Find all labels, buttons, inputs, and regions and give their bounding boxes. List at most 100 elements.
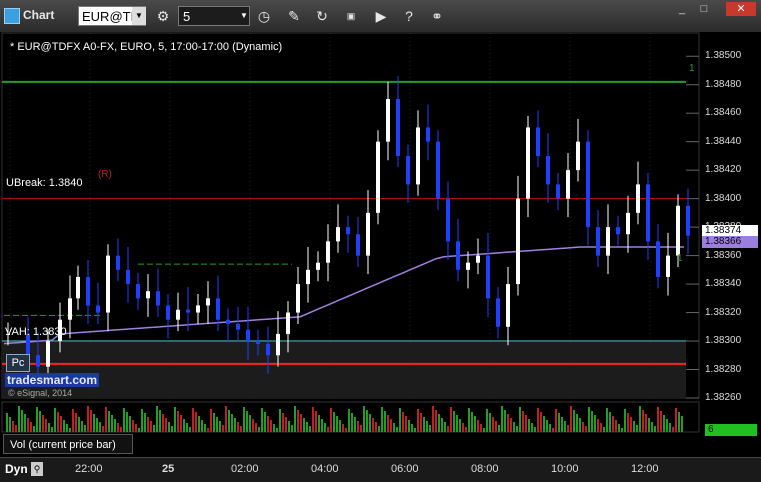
candle-body — [626, 212, 630, 235]
volume-bar — [450, 407, 452, 432]
time-label: 25 — [162, 463, 175, 475]
volume-bar — [354, 417, 356, 432]
price-tick-label: 1.38360 — [705, 249, 742, 261]
volume-bar — [339, 420, 341, 432]
volume-bar — [132, 420, 134, 432]
volume-bar — [258, 427, 260, 432]
volume-bar — [480, 424, 482, 432]
volume-bar — [276, 428, 278, 432]
volume-bar — [366, 410, 368, 432]
volume-bar — [93, 414, 95, 432]
volume-bar — [12, 421, 14, 432]
cycle-icon[interactable]: ↻ — [311, 6, 333, 26]
volume-bar — [252, 419, 254, 432]
candle-body — [86, 276, 90, 306]
help-icon[interactable]: ? — [398, 6, 420, 26]
close-button[interactable]: ✕ — [726, 2, 756, 16]
volume-bar — [111, 415, 113, 432]
candle-body — [576, 141, 580, 171]
candle-body — [316, 262, 320, 270]
volume-bar — [579, 418, 581, 432]
maximize-button[interactable]: □ — [694, 2, 714, 16]
volume-bar — [603, 427, 605, 432]
link-icon[interactable]: ⚭ — [426, 6, 448, 26]
volume-bar — [591, 411, 593, 432]
candle-body — [666, 255, 670, 277]
minimize-button[interactable]: _ — [672, 2, 692, 16]
volume-bar — [552, 428, 554, 432]
candle-body — [366, 212, 370, 256]
volume-bar — [393, 423, 395, 432]
volume-bar — [321, 419, 323, 432]
price-chart[interactable] — [0, 32, 761, 481]
candle-body — [506, 284, 510, 327]
candle-body — [396, 98, 400, 156]
volume-bar — [234, 418, 236, 432]
volume-bar — [156, 406, 158, 432]
volume-bar — [621, 428, 623, 432]
volume-bar — [309, 426, 311, 432]
chart-app-icon — [4, 8, 20, 24]
dyn-toggle-icon[interactable]: ⚲ — [31, 462, 43, 476]
volume-bar — [231, 414, 233, 432]
volume-bar — [459, 419, 461, 432]
volume-bar — [507, 414, 509, 432]
symbol-dropdown-icon[interactable]: ▼ — [132, 7, 146, 25]
candle-body — [296, 284, 300, 313]
volume-bar — [405, 416, 407, 432]
ubreak-label: UBreak: 1.3840 — [6, 177, 83, 189]
pencil-icon[interactable]: ✎ — [283, 6, 305, 26]
play-icon[interactable]: ▶ — [370, 6, 392, 26]
volume-bar — [594, 415, 596, 432]
volume-bar — [681, 416, 683, 432]
volume-bar — [420, 413, 422, 432]
volume-bar — [513, 422, 515, 432]
volume-bar — [378, 426, 380, 432]
volume-bar — [96, 418, 98, 432]
volume-bar — [66, 424, 68, 432]
candle-body — [306, 269, 310, 285]
volume-bar — [21, 410, 23, 432]
ma-price-badge: 1.38366 — [702, 236, 758, 248]
volume-bar — [327, 427, 329, 432]
interval-dropdown-icon[interactable]: ▼ — [238, 7, 250, 25]
candle-body — [346, 227, 350, 235]
volume-bar — [564, 421, 566, 432]
volume-label: Vol (current price bar) — [3, 434, 133, 454]
candle-body — [546, 155, 550, 185]
volume-bar — [165, 418, 167, 432]
time-label: 02:00 — [231, 463, 259, 475]
dyn-label[interactable]: Dyn — [5, 462, 28, 476]
volume-bar — [39, 411, 41, 432]
volume-bar — [54, 408, 56, 432]
volume-bar — [612, 416, 614, 432]
volume-bar — [162, 414, 164, 432]
candle-body — [586, 141, 590, 228]
volume-bar — [486, 409, 488, 432]
volume-bar — [195, 412, 197, 432]
chart-panel[interactable]: * EUR@TDFX A0-FX, EURO, 5, 17:00-17:00 (… — [0, 32, 761, 481]
volume-bar — [471, 412, 473, 432]
volume-bar — [222, 425, 224, 432]
candle-body — [36, 355, 40, 367]
volume-bar — [213, 413, 215, 432]
settings-icon[interactable]: ⚙ — [152, 6, 174, 26]
volume-bar — [342, 424, 344, 432]
green-top-label: 1 — [689, 63, 695, 74]
volume-bar — [573, 410, 575, 432]
gif-icon[interactable]: ▣ — [340, 6, 362, 26]
candle-body — [146, 291, 150, 299]
clock-icon[interactable]: ◷ — [253, 6, 275, 26]
candle-body — [286, 312, 290, 334]
volume-bar — [150, 421, 152, 432]
volume-bar — [585, 426, 587, 432]
volume-bar — [147, 417, 149, 432]
candle-body — [176, 309, 180, 320]
volume-bar — [483, 428, 485, 432]
volume-bar — [648, 418, 650, 432]
volume-bar — [477, 420, 479, 432]
watermark-brand: tradesmart.com — [5, 373, 100, 387]
price-tick-label: 1.38300 — [705, 335, 742, 347]
volume-bar — [102, 426, 104, 432]
volume-bar — [120, 427, 122, 432]
